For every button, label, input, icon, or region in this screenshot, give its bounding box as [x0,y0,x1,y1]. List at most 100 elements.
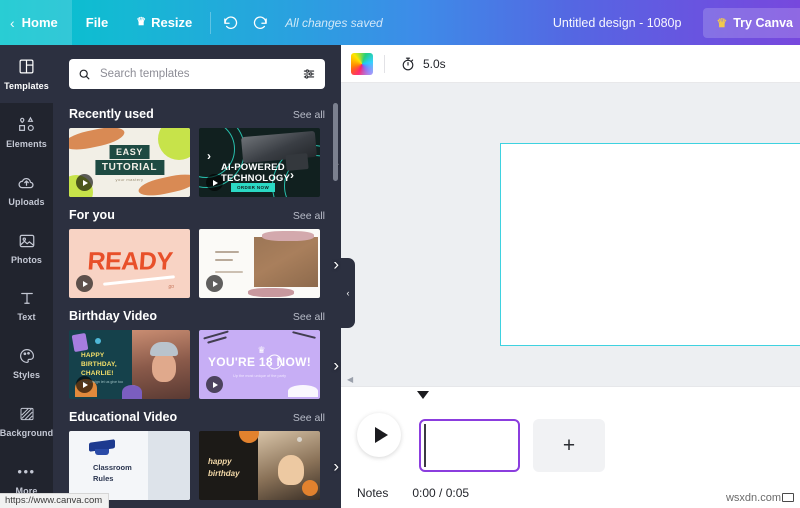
template-card-classroom-rules[interactable]: Classroom Rules [69,431,190,500]
sidebar-item-uploads[interactable]: Uploads [0,161,53,219]
undo-icon [223,16,237,29]
sidebar-item-label: Background [0,428,54,439]
duration-label: 5.0s [423,56,446,71]
see-all-link[interactable]: See all [293,412,325,424]
template-play-button[interactable] [206,376,223,393]
see-all-link[interactable]: See all [293,210,325,222]
chevron-right-icon[interactable]: › [333,255,339,272]
search-input[interactable]: Search templates [69,59,325,89]
decor-shape [297,437,302,442]
browser-status-link: https://www.canva.com [0,493,110,508]
template-text-line2: birthday [208,469,240,478]
template-play-button[interactable] [76,376,93,393]
resize-label: Resize [151,15,193,30]
section-header-for-you: For you See all [69,208,325,222]
notes-button[interactable]: Notes [357,486,388,500]
decor-shape [292,331,316,339]
template-play-button[interactable] [76,275,93,292]
save-status-text: All changes saved [285,15,383,30]
template-text-sub: Up the most unique of the party [233,374,286,378]
template-text-line1: HAPPY [81,352,105,359]
chevron-right-icon: › [207,149,211,163]
templates-scroll-area[interactable]: Recently used See all EASY TUTORIAL your… [53,99,341,508]
crown-icon: ♛ [136,16,147,28]
add-page-button[interactable]: + [533,419,605,472]
section-title: Recently used [69,107,154,121]
chevron-right-icon: › [290,168,294,182]
design-title[interactable]: Untitled design - 1080p [553,16,704,30]
template-row-birthday-video: HAPPY BIRTHDAY, CHARLIE! Your design let… [69,330,339,399]
chevron-right-icon[interactable]: › [333,356,339,373]
template-text-sub: go [168,284,174,290]
sidebar-item-templates[interactable]: Templates [0,45,53,103]
decor-shape [71,332,89,353]
sidebar-item-text[interactable]: Text [0,277,53,335]
file-label: File [85,15,109,30]
try-canva-pro-button[interactable]: ♛ Try Canva [703,7,800,38]
template-card-paper-texture[interactable] [199,229,320,298]
decor-shape [103,275,175,286]
section-title: For you [69,208,115,222]
decor-image [152,352,176,382]
canvas-viewport[interactable]: ◀ [341,83,800,386]
plus-icon: + [562,433,576,457]
decor-shape [266,354,282,370]
sidebar-item-elements[interactable]: Elements [0,103,53,161]
timeline-footer: Notes 0:00 / 0:05 [357,486,469,500]
decor-shape [288,385,318,397]
template-card-happy-birthday-charlie[interactable]: HAPPY BIRTHDAY, CHARLIE! Your design let… [69,330,190,399]
template-play-button[interactable] [76,174,93,191]
template-row-recently-used: EASY TUTORIAL your mastery › › AI-POWERE… [69,128,339,197]
graduation-cap-icon [95,449,109,455]
resize-button[interactable]: ♛ Resize [122,0,206,45]
template-card-youre-18-now[interactable]: ♛ YOU'RE 18 NOW! Up the most unique of t… [199,330,320,399]
see-all-link[interactable]: See all [293,109,325,121]
chevron-left-icon: ‹ [346,288,350,298]
sidebar-item-label: Templates [4,80,49,91]
chevron-right-icon[interactable]: › [333,457,339,474]
decor-shape [239,431,259,443]
scroll-left-icon[interactable]: ◀ [347,375,353,384]
template-card-happy-birthday[interactable]: happy birthday [199,431,320,500]
sidebar-item-photos[interactable]: Photos [0,219,53,277]
sidebar-item-styles[interactable]: Styles [0,334,53,392]
playhead-marker-icon[interactable] [417,391,429,399]
decor-shape [122,385,142,399]
template-card-ai-powered-technology[interactable]: › › AI-POWERED TECHNOLOGY ORDER NOW [199,128,320,197]
redo-icon [253,16,267,29]
time-display: 0:00 / 0:05 [412,486,470,500]
search-container: Search templates [53,45,341,99]
template-play-button[interactable] [206,174,223,191]
template-text-line2: TUTORIAL [94,160,165,175]
sidebar-item-background[interactable]: Background [0,392,53,450]
photos-icon [18,231,36,251]
undo-button[interactable] [215,0,245,45]
watermark-text: wsxdn.com [725,492,781,504]
page-duration-button[interactable]: 5.0s [396,53,450,75]
file-menu-button[interactable]: File [72,0,122,45]
section-header-recently-used: Recently used See all [69,107,325,121]
top-toolbar: ‹ Home File ♛ Resize All changes saved U… [0,0,800,45]
rainbow-color-swatch[interactable] [351,52,373,75]
template-card-ready[interactable]: READY go [69,229,190,298]
sidebar-item-label: Text [17,312,36,323]
decor-shape [148,431,190,500]
redo-button[interactable] [245,0,275,45]
template-text-line1: AI-POWERED [221,162,285,173]
template-play-button[interactable] [206,275,223,292]
panel-scrollbar[interactable] [333,103,338,181]
template-card-easy-tutorial[interactable]: EASY TUTORIAL your mastery [69,128,190,197]
uploads-icon [17,173,36,193]
page-1-thumbnail[interactable] [419,419,520,472]
canvas-toolbar: 5.0s [341,45,800,83]
see-all-link[interactable]: See all [293,311,325,323]
decor-shape [302,480,318,496]
design-canvas[interactable] [500,143,800,346]
collapse-panel-button[interactable]: ‹ [341,258,355,328]
play-button[interactable] [357,413,401,457]
filter-sliders-icon[interactable] [302,67,316,81]
template-row-educational-video: Classroom Rules happy birthday › [69,431,339,500]
watermark-icon [782,493,794,502]
home-button[interactable]: ‹ Home [0,0,72,45]
section-header-educational-video: Educational Video See all [69,410,325,424]
